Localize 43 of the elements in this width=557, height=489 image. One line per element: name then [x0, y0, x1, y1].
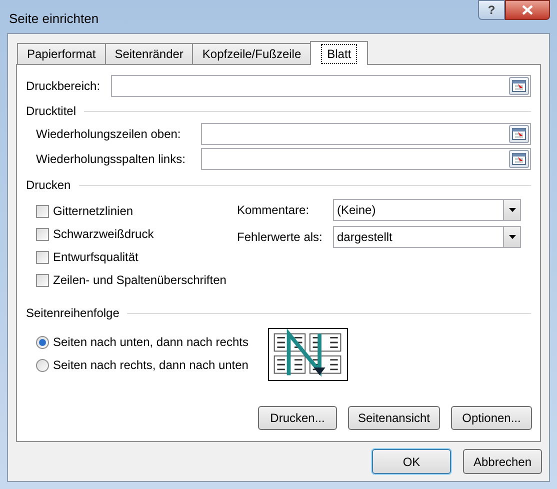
- tab[interactable]: Papierformat: [17, 43, 106, 64]
- close-button[interactable]: [505, 0, 550, 20]
- input-field[interactable]: [110, 75, 531, 97]
- checkbox-label: Zeilen- und Spaltenüberschriften: [53, 272, 226, 289]
- dropdown[interactable]: dargestellt: [333, 226, 521, 248]
- dialog-button[interactable]: Abbrechen: [463, 449, 542, 474]
- field-label: Wiederholungszeilen oben:: [36, 126, 182, 143]
- checkbox-label: Gitternetzlinien: [53, 203, 134, 220]
- checkbox[interactable]: [36, 228, 49, 240]
- radio-label: Seiten nach rechts, dann nach unten: [53, 357, 248, 374]
- field-label: Wiederholungsspalten links:: [36, 151, 186, 168]
- tab[interactable]: Seitenränder: [104, 43, 194, 64]
- dialog-button[interactable]: OK: [372, 449, 451, 474]
- dialog-button[interactable]: Drucken...: [258, 406, 337, 430]
- range-picker-button[interactable]: [509, 77, 529, 95]
- checkbox[interactable]: [36, 250, 49, 264]
- dropdown[interactable]: (Keine): [333, 199, 521, 221]
- group-heading: Drucktitel: [26, 103, 76, 120]
- input-field[interactable]: [201, 123, 531, 145]
- tab[interactable]: Kopfzeile/Fußzeile: [192, 43, 312, 64]
- range-picker-button[interactable]: [509, 150, 529, 168]
- field-label: Druckbereich:: [26, 78, 102, 95]
- group-heading: Seitenreihenfolge: [26, 305, 120, 322]
- radio-button[interactable]: [36, 358, 49, 372]
- dialog-button[interactable]: Optionen...: [451, 406, 532, 430]
- window-title: Seite einrichten: [9, 10, 99, 28]
- checkbox[interactable]: [36, 274, 49, 286]
- checkbox-label: Entwurfsqualität: [53, 249, 138, 266]
- help-button[interactable]: ?: [478, 0, 505, 20]
- dialog-button[interactable]: Seitenansicht: [348, 406, 440, 430]
- field-label: Fehlerwerte als:: [237, 229, 324, 246]
- checkbox[interactable]: [36, 204, 49, 218]
- input-field[interactable]: [201, 148, 531, 170]
- dropdown-arrow-icon: [508, 208, 516, 212]
- radio-button[interactable]: [36, 336, 49, 348]
- close-icon: [522, 5, 533, 15]
- tab[interactable]: Blatt: [310, 41, 368, 65]
- checkbox-label: Schwarzweißdruck: [53, 226, 154, 243]
- dropdown-arrow-icon: [508, 235, 516, 239]
- group-heading: Drucken: [26, 177, 71, 194]
- field-label: Kommentare:: [237, 202, 310, 219]
- radio-label: Seiten nach unten, dann nach rechts: [53, 334, 248, 351]
- range-picker-button[interactable]: [509, 125, 529, 143]
